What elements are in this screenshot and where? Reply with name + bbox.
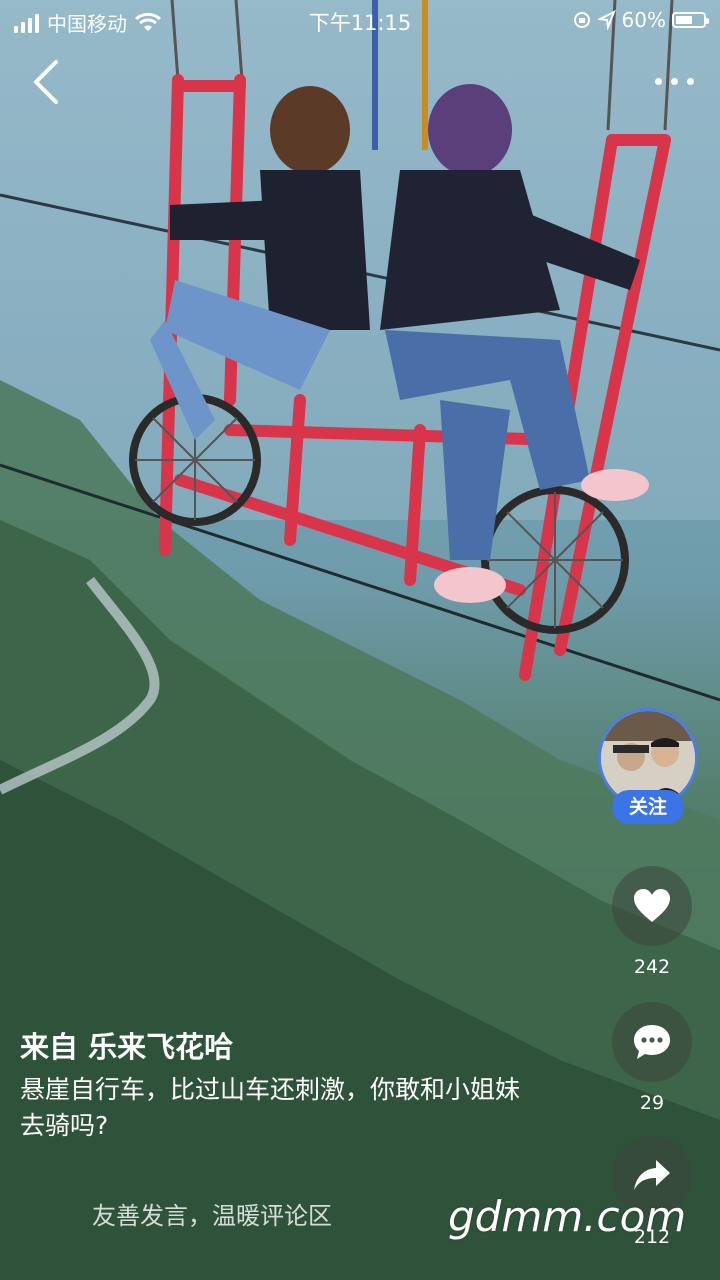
like-count: 242 xyxy=(633,956,671,978)
author-profile[interactable]: 关注 xyxy=(596,706,704,826)
status-bar: 中国移动 下午11:15 60% xyxy=(0,0,720,40)
location-arrow-icon xyxy=(597,10,616,30)
back-chevron-icon xyxy=(34,60,58,104)
more-dots-icon xyxy=(655,77,662,85)
follow-button[interactable]: 关注 xyxy=(612,790,684,824)
rotation-lock-icon xyxy=(573,12,590,28)
more-button[interactable] xyxy=(634,66,694,96)
back-button[interactable] xyxy=(26,56,70,108)
like-action[interactable]: 242 xyxy=(612,866,692,978)
comment-button[interactable] xyxy=(612,1002,692,1082)
comment-action[interactable]: 29 xyxy=(612,1002,692,1114)
comment-bubble-icon xyxy=(634,1025,670,1059)
author-line[interactable]: 来自 乐来飞花哈 xyxy=(20,1024,233,1066)
comment-input[interactable]: 友善发言，温暖评论区 xyxy=(20,1180,450,1252)
status-right: 60% xyxy=(572,8,709,32)
battery-percent: 60% xyxy=(621,8,666,32)
like-button[interactable] xyxy=(612,866,692,946)
battery-icon xyxy=(672,12,709,28)
share-arrow-icon xyxy=(634,1160,670,1190)
watermark: gdmm.com xyxy=(448,1192,687,1241)
video-caption: 悬崖自行车，比过山车还刺激，你敢和小姐妹去骑吗? xyxy=(20,1075,521,1140)
battery-level-fill xyxy=(676,16,692,24)
heart-icon xyxy=(634,889,670,922)
comment-count: 29 xyxy=(639,1092,665,1114)
